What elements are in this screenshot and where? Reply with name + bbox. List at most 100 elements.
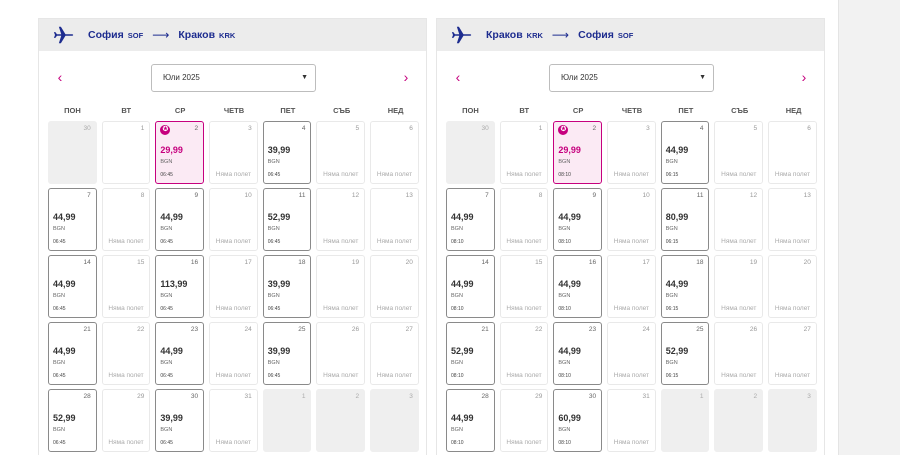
flight-price: 39,99 — [267, 279, 291, 289]
currency-label: BGN — [665, 159, 678, 165]
day-number: 28 — [83, 393, 91, 400]
departure-time: 08:10 — [451, 239, 464, 245]
day-number: 6 — [409, 125, 413, 132]
day-number: 21 — [481, 326, 489, 333]
calendar-day-with-flight[interactable]: 9 44,99 BGN 06:45 — [155, 188, 205, 251]
no-flight-label: Няма полет — [506, 171, 542, 178]
origin-code: SOF — [127, 30, 144, 40]
calendar-day-with-flight[interactable]: 16 44,99 BGN 08:10 — [553, 255, 603, 318]
departure-time: 08:10 — [558, 440, 571, 446]
currency-label: BGN — [267, 293, 280, 299]
month-navigation: ‹ Юли 2025 ▼ › — [437, 64, 826, 92]
calendar-day-with-flight[interactable]: 11 52,99 BGN 06:45 — [262, 188, 312, 251]
currency-label: BGN — [160, 360, 173, 366]
day-number: 24 — [244, 326, 252, 333]
currency-label: BGN — [267, 159, 280, 165]
calendar-day-with-flight[interactable]: 7 44,99 BGN 08:10 — [446, 188, 495, 251]
calendar-day-with-flight[interactable]: 28 52,99 BGN 06:45 — [48, 389, 97, 452]
day-number: 4 — [301, 125, 306, 132]
calendar-day-with-flight[interactable]: 7 44,99 BGN 06:45 — [48, 188, 97, 251]
flight-price: 44,99 — [451, 212, 474, 222]
chevron-right-icon[interactable]: › — [399, 69, 413, 85]
day-number: 15 — [535, 259, 543, 266]
calendar-day-no-flight: 26 Няма полет — [316, 322, 366, 385]
chevron-right-icon[interactable]: › — [797, 69, 811, 85]
chevron-left-icon[interactable]: ‹ — [53, 69, 67, 85]
calendar-day-with-flight[interactable]: 21 52,99 BGN 08:10 — [446, 322, 495, 385]
departure-time: 08:10 — [558, 239, 571, 245]
day-number: 1 — [140, 125, 145, 132]
calendar-day-with-flight[interactable]: 11 80,99 BGN 06:15 — [660, 188, 710, 251]
calendar-day-with-flight[interactable]: 21 44,99 BGN 06:45 — [48, 322, 97, 385]
calendar-day-with-flight[interactable]: 28 44,99 BGN 08:10 — [446, 389, 495, 452]
day-number: 11 — [298, 192, 306, 199]
calendar-day-no-flight: 1 — [101, 121, 151, 184]
departure-time: 06:45 — [160, 373, 173, 379]
currency-label: BGN — [665, 293, 678, 299]
flight-price: 52,99 — [665, 346, 689, 356]
destination-city: Краков — [178, 29, 216, 41]
calendar-day-with-flight[interactable]: 16 113,99 BGN 06:45 — [155, 255, 205, 318]
no-flight-label: Няма полет — [613, 439, 650, 446]
no-flight-label: Няма полет — [506, 372, 542, 379]
calendar-day-with-flight[interactable]: 18 44,99 BGN 06:15 — [660, 255, 710, 318]
month-select[interactable]: Юли 2025 ▼ — [549, 64, 714, 92]
flight-price: 44,99 — [53, 279, 76, 289]
calendar-day-with-flight[interactable]: 14 44,99 BGN 06:45 — [48, 255, 97, 318]
month-select[interactable]: Юли 2025 ▼ — [151, 64, 316, 92]
calendar-day-no-flight: 19 Няма полет — [714, 255, 764, 318]
caret-down-icon: ▼ — [699, 74, 706, 81]
no-flight-label: Няма полет — [721, 171, 757, 178]
calendar-day-with-flight[interactable]: 25 52,99 BGN 06:15 — [660, 322, 710, 385]
departure-time: 06:45 — [53, 239, 66, 245]
route-header: Краков KRK ⟶ София SOF — [437, 19, 824, 51]
plane-icon — [53, 24, 75, 46]
no-flight-label: Няма полет — [108, 238, 144, 245]
departure-time: 08:10 — [558, 373, 571, 379]
no-flight-label: Няма полет — [376, 238, 413, 245]
calendar-day-with-flight[interactable]: 30 39,99 BGN 06:45 — [155, 389, 205, 452]
calendar-day-no-flight: 15 Няма полет — [499, 255, 549, 318]
calendar-day-with-flight[interactable]: 9 44,99 BGN 08:10 — [553, 188, 603, 251]
calendar-day-with-flight[interactable]: 23 44,99 BGN 06:45 — [155, 322, 205, 385]
calendar-day-with-flight[interactable]: 30 60,99 BGN 08:10 — [553, 389, 603, 452]
calendar-day-with-flight[interactable]: 23 44,99 BGN 08:10 — [553, 322, 603, 385]
day-number: 2 — [592, 125, 597, 132]
calendar-day-selected[interactable]: 2 ✪ 29,99 BGN 06:45 — [155, 121, 205, 184]
departure-time: 06:15 — [665, 172, 679, 178]
currency-label: BGN — [451, 427, 463, 433]
calendar-grid: 30 1 Няма полет 2 ✪ 29,99 BGN 08:10 3 Няма полет 4… — [446, 121, 818, 452]
calendar-day-with-flight[interactable]: 4 39,99 BGN 06:45 — [262, 121, 312, 184]
calendar-day-no-flight: 29 Няма полет — [101, 389, 151, 452]
calendar-day-selected[interactable]: 2 ✪ 29,99 BGN 08:10 — [553, 121, 603, 184]
weekday-label: ПЕТ — [678, 106, 694, 115]
day-number: 14 — [83, 259, 91, 266]
departure-time: 06:45 — [53, 306, 66, 312]
chevron-left-icon[interactable]: ‹ — [451, 69, 465, 85]
calendar-day-no-flight: 6 Няма полет — [370, 121, 419, 184]
departure-time: 06:45 — [267, 172, 281, 178]
plane-icon — [451, 24, 473, 46]
no-flight-label: Няма полет — [376, 305, 413, 312]
day-number: 25 — [696, 326, 704, 333]
flight-price: 44,99 — [665, 145, 689, 155]
calendar-day-with-flight[interactable]: 25 39,99 BGN 06:45 — [262, 322, 312, 385]
flight-price: 39,99 — [267, 145, 291, 155]
calendar-day-with-flight[interactable]: 4 44,99 BGN 06:15 — [660, 121, 710, 184]
day-number: 8 — [538, 192, 543, 199]
day-number: 25 — [298, 326, 306, 333]
calendar-day-with-flight[interactable]: 18 39,99 BGN 06:45 — [262, 255, 312, 318]
calendar-day-no-flight: 15 Няма полет — [101, 255, 151, 318]
no-flight-label: Няма полет — [774, 238, 811, 245]
flight-price: 29,99 — [160, 145, 183, 155]
long-arrow-right-icon: ⟶ — [551, 28, 570, 42]
no-flight-label: Няма полет — [613, 372, 650, 379]
weekday-label: СЪБ — [731, 106, 749, 115]
currency-label: BGN — [558, 226, 571, 232]
calendar-day-outside-month: 3 — [768, 389, 817, 452]
weekday-label: НЕД — [785, 106, 802, 115]
calendar-day-with-flight[interactable]: 14 44,99 BGN 08:10 — [446, 255, 495, 318]
flight-price: 44,99 — [451, 279, 474, 289]
day-number: 1 — [301, 393, 306, 400]
calendar-day-outside-month: 2 — [316, 389, 366, 452]
